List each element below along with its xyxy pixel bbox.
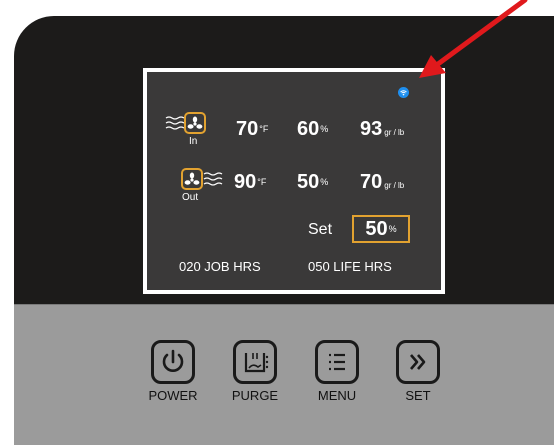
red-arrow-icon (419, 0, 528, 78)
